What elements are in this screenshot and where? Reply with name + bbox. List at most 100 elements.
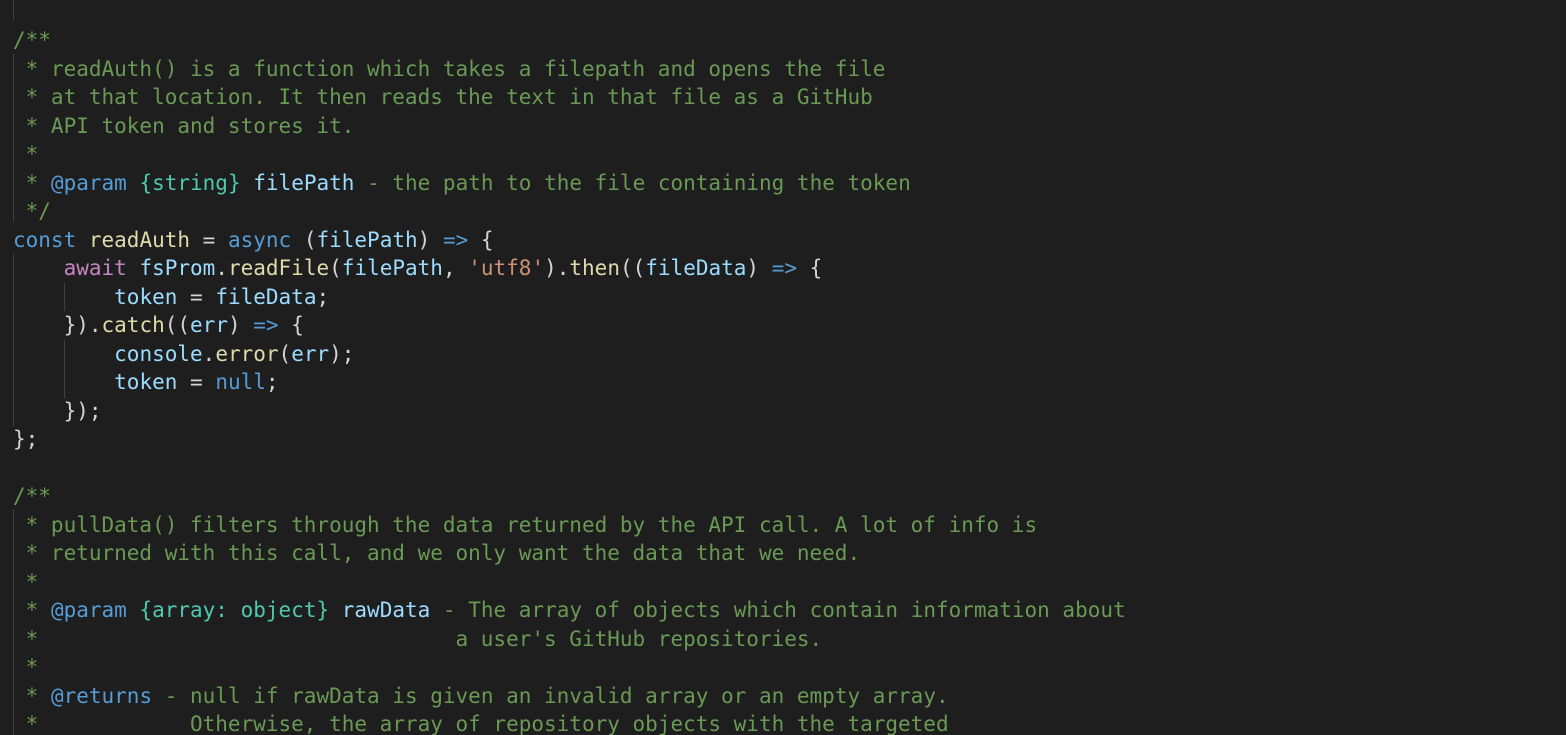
code-line: * readAuth() is a function which takes a…: [13, 55, 886, 83]
code-token-plain: ;: [265, 370, 279, 394]
code-token-comment: /**: [13, 484, 51, 508]
code-token-plain: (: [291, 227, 317, 252]
code-token-variable: rawData: [341, 598, 431, 622]
code-line: });: [13, 397, 102, 425]
code-token-variable: fsProm: [139, 256, 216, 280]
code-line: */: [13, 197, 51, 225]
code-token-variable: err: [190, 313, 228, 337]
code-token-control: await: [63, 256, 127, 280]
code-line: * pullData() filters through the data re…: [13, 511, 1037, 539]
code-token-plain: ): [417, 227, 443, 252]
indent-guide: [13, 0, 14, 20]
code-token-plain: ): [746, 256, 772, 280]
code-token-function: catch: [101, 313, 165, 337]
code-line: * @param {array: object} rawData - The a…: [13, 596, 1126, 624]
code-line: token = fileData;: [13, 283, 329, 311]
code-token-keyword: =>: [442, 227, 469, 252]
code-line: console.error(err);: [13, 340, 354, 368]
code-line: * at that location. It then reads the te…: [13, 83, 873, 111]
code-token-plain: (: [278, 341, 292, 366]
code-token-variable: console: [114, 341, 203, 366]
code-token-comment: */: [13, 199, 51, 223]
code-token-plain: =: [177, 284, 216, 309]
code-token-plain: ;: [316, 284, 330, 309]
code-line: * Otherwise, the array of repository obj…: [13, 710, 949, 735]
code-token-keyword: =>: [253, 313, 279, 337]
code-line: * a user's GitHub repositories.: [13, 625, 823, 653]
code-token-type: {string}: [139, 170, 241, 195]
code-token-comment: *: [13, 142, 39, 166]
code-token-plain: =: [177, 370, 216, 394]
code-line: /**: [13, 482, 51, 510]
code-token-variable: token: [114, 370, 178, 394]
code-line: /**: [13, 26, 51, 54]
code-token-plain: ((: [619, 256, 646, 280]
code-token-comment: [329, 598, 342, 622]
code-token-variable: filePath: [341, 256, 443, 280]
code-token-comment: * readAuth() is a function which takes a…: [13, 56, 886, 81]
code-token-comment: * at that location. It then reads the te…: [13, 85, 873, 109]
code-token-comment: * API token and stores it.: [13, 113, 355, 138]
code-line: await fsProm.readFile(filePath, 'utf8').…: [13, 254, 823, 282]
code-token-comment: [241, 171, 254, 195]
code-line: * @returns - null if rawData is given an…: [13, 682, 949, 710]
code-line: token = null;: [13, 368, 279, 396]
code-token-plain: }).: [13, 313, 102, 337]
code-token-keyword: const: [13, 227, 77, 252]
code-line: *: [13, 568, 39, 596]
code-token-plain: (: [329, 256, 342, 280]
code-line: }).catch((err) => {: [13, 311, 304, 339]
code-token-keyword: @returns: [50, 683, 153, 708]
code-token-variable: err: [291, 341, 330, 366]
code-token-comment: - The array of objects which contain inf…: [430, 598, 1126, 622]
code-line: * returned with this call, and we only w…: [13, 539, 860, 567]
code-token-plain: ): [227, 313, 254, 337]
code-line: * API token and stores it.: [13, 112, 355, 140]
code-token-variable: token: [114, 284, 178, 309]
code-line: };: [13, 425, 38, 453]
code-token-plain: {: [797, 256, 823, 280]
code-token-keyword: null: [215, 370, 266, 394]
code-line: *: [13, 140, 39, 168]
code-token-function: readAuth: [88, 227, 191, 252]
code-token-plain: ).: [544, 256, 570, 280]
code-token-plain: {: [278, 313, 304, 337]
code-token-comment: *: [13, 598, 51, 622]
code-token-variable: filePath: [253, 170, 355, 195]
code-token-plain: ,: [442, 256, 469, 280]
code-token-comment: [127, 598, 140, 622]
code-token-keyword: @param: [50, 598, 127, 622]
code-token-plain: =: [190, 227, 228, 252]
code-token-comment: * pullData() filters through the data re…: [13, 512, 1038, 537]
code-token-comment: *: [13, 683, 51, 708]
code-token-plain: .: [215, 256, 228, 280]
code-token-keyword: =>: [771, 256, 798, 280]
code-token-type: {array: object}: [139, 598, 330, 622]
code-line: const readAuth = async (filePath) => {: [13, 226, 494, 254]
code-token-plain: ((: [164, 313, 191, 337]
code-token-comment: [127, 171, 140, 195]
code-token-function: readFile: [227, 256, 330, 280]
code-token-plain: });: [13, 398, 102, 423]
code-token-variable: fileData: [645, 256, 747, 280]
code-token-comment: /**: [13, 28, 51, 52]
code-line: * @param {string} filePath - the path to…: [13, 169, 911, 197]
code-token-comment: - the path to the file containing the to…: [354, 170, 911, 195]
code-token-keyword: async: [227, 227, 292, 252]
code-token-comment: - null if rawData is given an invalid ar…: [152, 683, 949, 708]
code-token-comment: * returned with this call, and we only w…: [13, 541, 861, 565]
code-token-comment: *: [13, 569, 39, 594]
code-editor[interactable]: /** * readAuth() is a function which tak…: [0, 0, 1566, 735]
code-token-string: 'utf8': [468, 256, 545, 280]
code-token-comment: * a user's GitHub repositories.: [13, 626, 823, 651]
code-token-function: error: [215, 341, 279, 366]
code-token-variable: fileData: [215, 284, 317, 309]
code-token-plain: .: [202, 341, 216, 366]
code-token-plain: );: [329, 341, 355, 366]
code-token-plain: };: [13, 427, 39, 451]
